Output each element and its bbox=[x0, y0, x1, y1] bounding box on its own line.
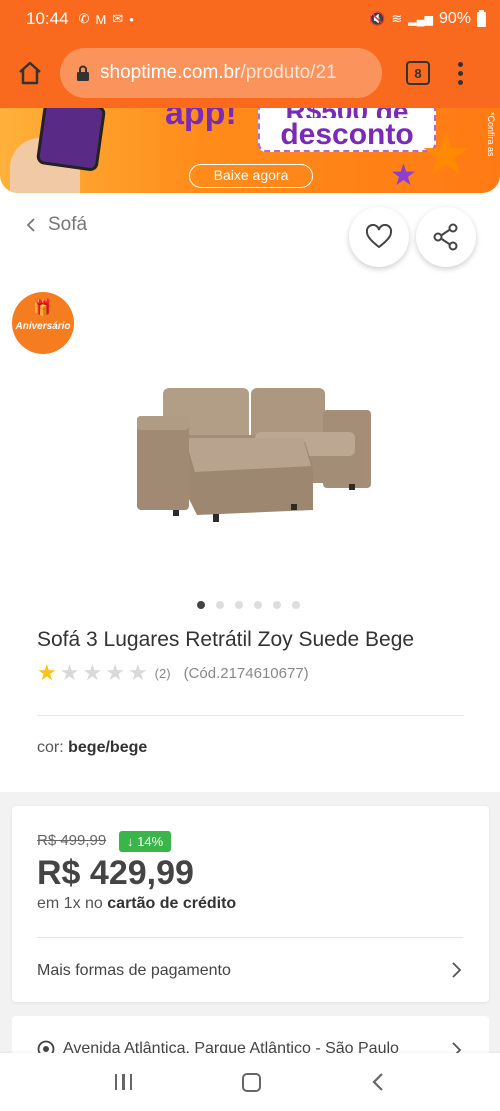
mute-icon: 🔇 bbox=[369, 11, 386, 26]
browser-menu-button[interactable] bbox=[458, 61, 463, 85]
breadcrumb[interactable]: Sofá bbox=[26, 214, 87, 236]
color-selection: cor: bege/bege bbox=[37, 739, 147, 757]
chevron-left-icon bbox=[26, 218, 35, 232]
star-icon: ★ bbox=[37, 660, 57, 685]
carousel-dot[interactable] bbox=[273, 601, 281, 609]
installments-prefix: em 1x no bbox=[37, 895, 103, 912]
kebab-dot-icon bbox=[458, 70, 463, 76]
installments-info: em 1x no cartão de crédito bbox=[37, 895, 236, 913]
home-nav-button[interactable] bbox=[242, 1072, 262, 1092]
android-navigation-bar bbox=[0, 1053, 500, 1111]
status-right: 🔇 ≋ ▂▄▆ 90% bbox=[369, 9, 486, 28]
lock-icon bbox=[76, 65, 90, 82]
orange-star-balloon-icon: ★ bbox=[420, 122, 472, 187]
wifi-icon: ≋ bbox=[391, 11, 403, 26]
color-label: cor: bbox=[37, 739, 64, 756]
product-title: Sofá 3 Lugares Retrátil Zoy Suede Bege bbox=[37, 628, 415, 651]
phone-illustration bbox=[35, 108, 107, 172]
back-nav-button[interactable] bbox=[371, 1072, 385, 1092]
recent-apps-icon bbox=[114, 1074, 118, 1090]
anniversary-label: Aniversário bbox=[15, 321, 71, 332]
home-button[interactable] bbox=[0, 38, 60, 108]
star-icon: ★ bbox=[105, 660, 125, 685]
whatsapp-icon: ✆ bbox=[78, 11, 90, 26]
more-payment-options-link[interactable]: Mais formas de pagamento bbox=[37, 962, 231, 980]
banner-promo-box: R$500 de desconto bbox=[258, 108, 436, 152]
product-code: (Cód.2174610677) bbox=[183, 664, 309, 682]
url-field[interactable]: shoptime.com.br/produto/21 bbox=[60, 48, 382, 98]
home-icon bbox=[19, 61, 41, 85]
app-promo-banner[interactable]: app! R$500 de desconto Baixe agora ★ ★ *… bbox=[0, 108, 500, 193]
carousel-dot[interactable] bbox=[197, 601, 205, 609]
banner-side-note: *Confira as bbox=[486, 112, 496, 157]
anniversary-badge: 🎁 Aniversário bbox=[12, 292, 74, 354]
star-icon: ★ bbox=[82, 660, 103, 685]
browser-toolbar: shoptime.com.br/produto/21 8 bbox=[0, 38, 500, 108]
signal-icon: ▂▄▆ bbox=[408, 13, 433, 26]
mail-icon: ✉ bbox=[112, 11, 124, 26]
heart-icon bbox=[365, 224, 393, 249]
carousel-dot[interactable] bbox=[254, 601, 262, 609]
carousel-dot[interactable] bbox=[235, 601, 243, 609]
chevron-right-icon[interactable] bbox=[450, 961, 462, 979]
carousel-dot[interactable] bbox=[216, 601, 224, 609]
recent-apps-icon bbox=[122, 1074, 125, 1090]
kebab-dot-icon bbox=[458, 61, 463, 67]
breadcrumb-label: Sofá bbox=[48, 214, 88, 235]
battery-percent: 90% bbox=[438, 10, 471, 27]
discount-badge: ↓ 14% bbox=[119, 831, 172, 852]
current-price: R$ 429,99 bbox=[37, 854, 194, 892]
status-time: 10:44 bbox=[26, 9, 69, 28]
image-carousel-dots bbox=[197, 601, 300, 609]
recent-apps-icon bbox=[129, 1074, 133, 1090]
divider bbox=[37, 715, 464, 716]
banner-app-text: app! bbox=[165, 108, 237, 132]
dot-icon: • bbox=[129, 11, 134, 27]
favorite-button[interactable] bbox=[349, 207, 409, 267]
color-value: bege/bege bbox=[68, 739, 148, 756]
product-rating[interactable]: ★ ★ ★ ★ ★ (2) (Cód.2174610677) bbox=[37, 660, 309, 686]
star-icon: ★ bbox=[59, 660, 80, 685]
share-icon bbox=[433, 223, 458, 251]
url-domain: shoptime.com.br bbox=[100, 62, 241, 83]
download-app-button[interactable]: Baixe agora bbox=[189, 164, 313, 188]
star-icon: ★ bbox=[127, 660, 148, 685]
old-price: R$ 499,99 bbox=[37, 832, 107, 849]
review-count: (2) bbox=[154, 665, 171, 681]
status-bar: 10:44 ✆ M ✉ • 🔇 ≋ ▂▄▆ 90% bbox=[0, 0, 500, 38]
recent-apps-button[interactable] bbox=[114, 1074, 133, 1090]
divider bbox=[37, 937, 463, 938]
product-image[interactable] bbox=[125, 380, 385, 530]
purple-star-icon: ★ bbox=[390, 159, 417, 192]
tab-switcher-button[interactable]: 8 bbox=[406, 61, 430, 85]
url-path: /produto/21 bbox=[240, 62, 337, 83]
gmail-icon: M bbox=[95, 11, 107, 27]
rating-stars: ★ ★ ★ ★ ★ bbox=[37, 660, 151, 686]
kebab-dot-icon bbox=[458, 79, 463, 85]
banner-promo-main: desconto bbox=[280, 118, 414, 151]
share-button[interactable] bbox=[416, 207, 476, 267]
carousel-dot[interactable] bbox=[292, 601, 300, 609]
price-card: R$ 499,99 ↓ 14% R$ 429,99 em 1x no cartã… bbox=[12, 806, 489, 1002]
notification-icons: ✆ M ✉ • bbox=[79, 11, 134, 27]
installments-method: cartão de crédito bbox=[107, 895, 237, 912]
gift-icon: 🎁 bbox=[33, 300, 53, 317]
battery-icon bbox=[477, 9, 486, 27]
banner-promo-top: R$500 de bbox=[260, 108, 434, 118]
